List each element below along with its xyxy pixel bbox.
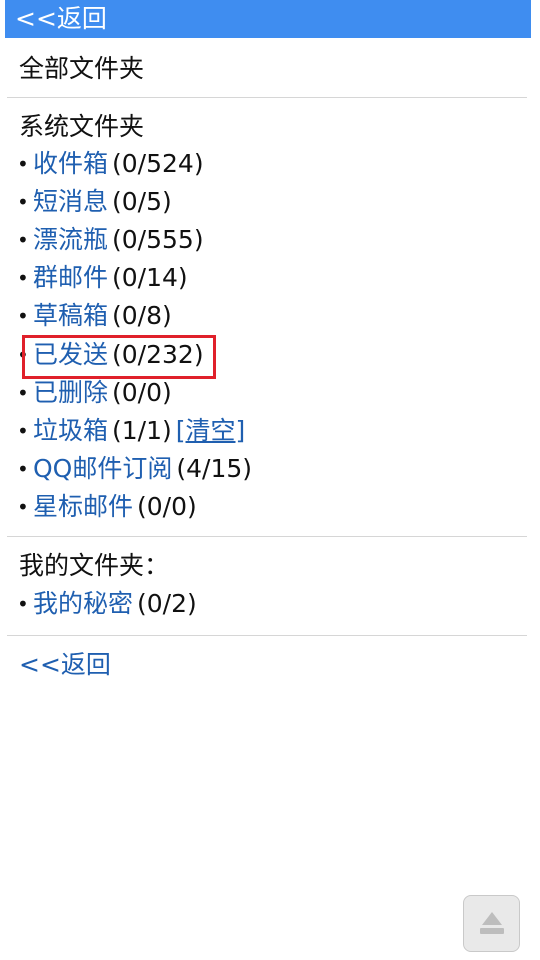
folder-link[interactable]: 草稿箱 — [33, 301, 108, 330]
folder-count: (0/8) — [112, 301, 172, 330]
bullet: • — [17, 495, 29, 519]
divider — [7, 97, 527, 98]
folder-item-drafts: • 草稿箱 (0/8) — [17, 300, 172, 332]
folder-link[interactable]: 星标邮件 — [33, 492, 133, 521]
top-bar: <<返回 — [5, 0, 531, 38]
bullet: • — [17, 190, 29, 214]
folder-link[interactable]: 垃圾箱 — [33, 416, 108, 445]
folder-link[interactable]: QQ邮件订阅 — [33, 454, 172, 483]
my-folders-heading: 我的文件夹： — [19, 551, 170, 580]
folder-item-group-mail: • 群邮件 (0/14) — [17, 262, 188, 294]
system-folders-heading: 系统文件夹 — [19, 112, 145, 141]
back-link-top[interactable]: <<返回 — [15, 3, 107, 35]
folder-link[interactable]: 漂流瓶 — [33, 225, 108, 254]
divider — [7, 536, 527, 537]
scroll-top-button[interactable] — [463, 895, 520, 952]
folder-count: (4/15) — [176, 454, 253, 483]
folder-count: (0/2) — [137, 589, 197, 618]
folder-link[interactable]: 已删除 — [33, 378, 108, 407]
folder-link[interactable]: 短消息 — [33, 187, 108, 216]
arrow-up-icon — [480, 912, 504, 934]
all-folders-link[interactable]: 全部文件夹 — [19, 53, 144, 85]
folder-link[interactable]: 群邮件 — [33, 263, 108, 292]
folder-count: (0/14) — [112, 263, 188, 292]
folder-item-deleted: • 已删除 (0/0) — [17, 377, 172, 409]
folder-item-starred: • 星标邮件 (0/0) — [17, 491, 197, 523]
folder-count: (0/524) — [112, 149, 204, 178]
folder-count: (0/0) — [137, 492, 197, 521]
bullet: • — [17, 266, 29, 290]
folder-count: (1/1) — [112, 416, 172, 445]
divider — [7, 635, 527, 636]
bullet: • — [17, 457, 29, 481]
folder-item-sms: • 短消息 (0/5) — [17, 186, 172, 218]
bullet: • — [17, 228, 29, 252]
folder-link[interactable]: 我的秘密 — [33, 589, 133, 618]
folder-item-my-secret: • 我的秘密 (0/2) — [17, 588, 197, 620]
bullet: • — [17, 419, 29, 443]
folder-item-inbox: • 收件箱 (0/524) — [17, 148, 204, 180]
folder-count: (0/555) — [112, 225, 204, 254]
folder-count: (0/5) — [112, 187, 172, 216]
folder-item-drift-bottle: • 漂流瓶 (0/555) — [17, 224, 204, 256]
bullet: • — [17, 592, 29, 616]
highlight-box — [22, 335, 216, 379]
bullet: • — [17, 304, 29, 328]
folder-item-qq-subscription: • QQ邮件订阅 (4/15) — [17, 453, 252, 485]
empty-trash-link[interactable]: [清空] — [176, 416, 246, 445]
back-link-bottom[interactable]: <<返回 — [19, 649, 111, 681]
folder-link[interactable]: 收件箱 — [33, 149, 108, 178]
folder-count: (0/0) — [112, 378, 172, 407]
folder-item-trash: • 垃圾箱 (1/1) [清空] — [17, 415, 245, 447]
bullet: • — [17, 152, 29, 176]
bullet: • — [17, 381, 29, 405]
